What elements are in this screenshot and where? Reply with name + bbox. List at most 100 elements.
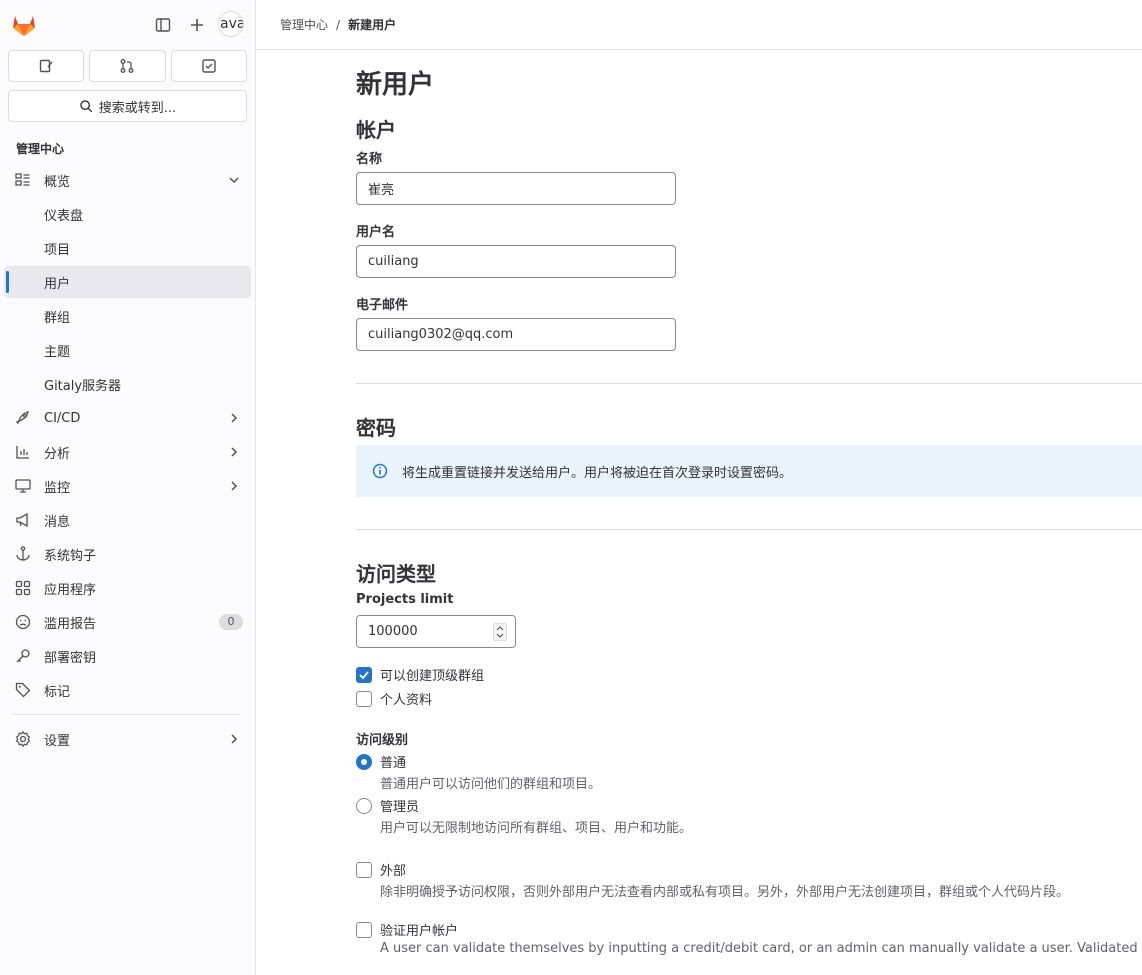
projects-limit-input[interactable]: 100000 — [356, 615, 516, 648]
username-label: 用户名 — [356, 225, 396, 240]
breadcrumb-current: 新建用户 — [348, 18, 397, 32]
account-section-title: 帐户 — [356, 118, 396, 142]
sidebar-item-label: 主题 — [44, 344, 71, 360]
key-icon — [16, 649, 30, 663]
merge-request-icon — [121, 59, 134, 73]
admin-help-text: 用户可以无限制地访问所有群组、项目、用户和功能。 — [380, 821, 693, 836]
private-profile-checkbox[interactable] — [356, 690, 372, 707]
sidebar-toggle-icon[interactable] — [152, 14, 174, 36]
sidebar: ava 搜索或转到... 管理中心 概览 仪表盘 项目 用户 群组 主题 Git… — [0, 0, 256, 975]
password-section-title: 密码 — [356, 416, 396, 440]
validate-user-checkbox[interactable] — [356, 921, 372, 938]
email-label: 电子邮件 — [356, 298, 409, 313]
sidebar-item-abuse-reports[interactable]: 滥用报告 0 — [4, 606, 251, 638]
sidebar-topbar: ava — [0, 0, 256, 50]
can-create-group-row: 可以创建顶级群组 — [356, 665, 484, 684]
sidebar-item-label: 标记 — [44, 684, 71, 700]
sidebar-item-messages[interactable]: 消息 — [4, 504, 251, 536]
label-icon — [15, 682, 31, 698]
sidebar-item-dashboard[interactable]: 仪表盘 — [4, 198, 251, 230]
sidebar-item-topics[interactable]: 主题 — [4, 334, 251, 366]
sidebar-item-label: 仪表盘 — [44, 208, 84, 224]
can-create-group-checkbox[interactable] — [356, 666, 372, 683]
sidebar-item-system-hooks[interactable]: 系统钩子 — [4, 538, 251, 570]
sidebar-item-label: 部署密钥 — [44, 650, 97, 666]
admin-label: 管理员 — [380, 800, 420, 815]
admin-radio[interactable] — [356, 797, 372, 814]
spinner-arrows-icon — [496, 626, 504, 638]
chevron-right-icon — [231, 413, 238, 423]
number-spinner[interactable] — [493, 623, 507, 641]
sidebar-item-label: 设置 — [44, 733, 71, 749]
name-input[interactable] — [356, 172, 676, 205]
chevron-down-icon — [229, 177, 239, 184]
regular-label: 普通 — [380, 756, 407, 771]
sidebar-item-label: 项目 — [44, 242, 71, 258]
sidebar-item-projects[interactable]: 项目 — [4, 232, 251, 264]
username-input[interactable] — [356, 245, 676, 278]
sidebar-item-label: 系统钩子 — [44, 548, 97, 564]
sidebar-item-label: Gitaly服务器 — [44, 378, 122, 394]
sidebar-item-monitoring[interactable]: 监控 — [4, 470, 251, 502]
sidebar-item-label: CI/CD — [44, 410, 81, 426]
avatar[interactable]: ava — [218, 11, 244, 37]
access-level-label: 访问级别 — [356, 733, 409, 748]
chevron-right-icon — [231, 447, 238, 457]
sidebar-item-applications[interactable]: 应用程序 — [4, 572, 251, 604]
merge-requests-button[interactable] — [89, 50, 166, 82]
sidebar-item-label: 监控 — [44, 480, 71, 496]
todo-icon — [202, 59, 216, 73]
rocket-icon — [15, 411, 29, 425]
sidebar-item-analytics[interactable]: 分析 — [4, 436, 251, 468]
overview-icon — [15, 173, 30, 186]
sidebar-item-cicd[interactable]: CI/CD — [4, 402, 251, 434]
breadcrumb-admin-link[interactable]: 管理中心 — [280, 16, 328, 33]
sidebar-item-settings[interactable]: 设置 — [4, 723, 251, 755]
sidebar-item-gitaly-servers[interactable]: Gitaly服务器 — [4, 368, 251, 400]
sidebar-item-overview[interactable]: 概览 — [4, 164, 251, 196]
issues-button[interactable] — [8, 50, 85, 82]
sidebar-item-deploy-keys[interactable]: 部署密钥 — [4, 640, 251, 672]
search-icon — [80, 100, 92, 113]
megaphone-icon — [16, 512, 28, 528]
sidebar-divider — [12, 714, 240, 715]
sidebar-item-users[interactable]: 用户 — [4, 266, 251, 298]
section-divider — [356, 529, 1142, 530]
quick-actions — [8, 50, 247, 82]
search-button[interactable]: 搜索或转到... — [8, 90, 247, 122]
external-checkbox[interactable] — [356, 861, 372, 878]
sidebar-item-label: 消息 — [44, 514, 71, 530]
email-input[interactable] — [356, 318, 676, 351]
sidebar-nav: 概览 仪表盘 项目 用户 群组 主题 Gitaly服务器 CI/CD 分析 监控… — [4, 164, 251, 757]
chevron-right-icon — [231, 481, 238, 491]
chevron-right-icon — [231, 734, 238, 744]
todo-button[interactable] — [170, 50, 247, 82]
sidebar-item-label: 应用程序 — [44, 582, 97, 598]
regular-radio-row: 普通 — [356, 752, 406, 771]
plus-icon[interactable] — [186, 14, 208, 36]
regular-help-text: 普通用户可以访问他们的群组和项目。 — [380, 777, 602, 792]
section-divider — [356, 383, 1142, 384]
sidebar-item-label: 概览 — [44, 174, 71, 190]
name-label: 名称 — [356, 152, 383, 167]
sidebar-item-groups[interactable]: 群组 — [4, 300, 251, 332]
apps-icon — [15, 580, 31, 596]
projects-limit-value: 100000 — [368, 624, 418, 639]
external-help-text: 除非明确授予访问权限，否则外部用户无法查看内部或私有项目。另外，外部用户无法创建… — [380, 885, 1070, 900]
info-icon — [372, 463, 388, 479]
abuse-icon — [15, 614, 31, 630]
gitlab-logo-icon[interactable] — [10, 11, 38, 39]
sidebar-item-labels[interactable]: 标记 — [4, 674, 251, 706]
private-profile-row: 个人资料 — [356, 689, 432, 708]
external-label: 外部 — [380, 864, 407, 879]
monitor-icon — [15, 479, 31, 493]
settings-icon — [15, 730, 31, 748]
projects-limit-label: Projects limit — [356, 592, 454, 607]
sidebar-item-label: 群组 — [44, 310, 71, 326]
regular-radio[interactable] — [356, 753, 372, 770]
access-section-title: 访问类型 — [356, 562, 436, 586]
validate-user-label: 验证用户帐户 — [380, 924, 459, 939]
sidebar-item-label: 分析 — [44, 446, 71, 462]
external-row: 外部 — [356, 860, 406, 879]
chart-icon — [16, 446, 29, 459]
